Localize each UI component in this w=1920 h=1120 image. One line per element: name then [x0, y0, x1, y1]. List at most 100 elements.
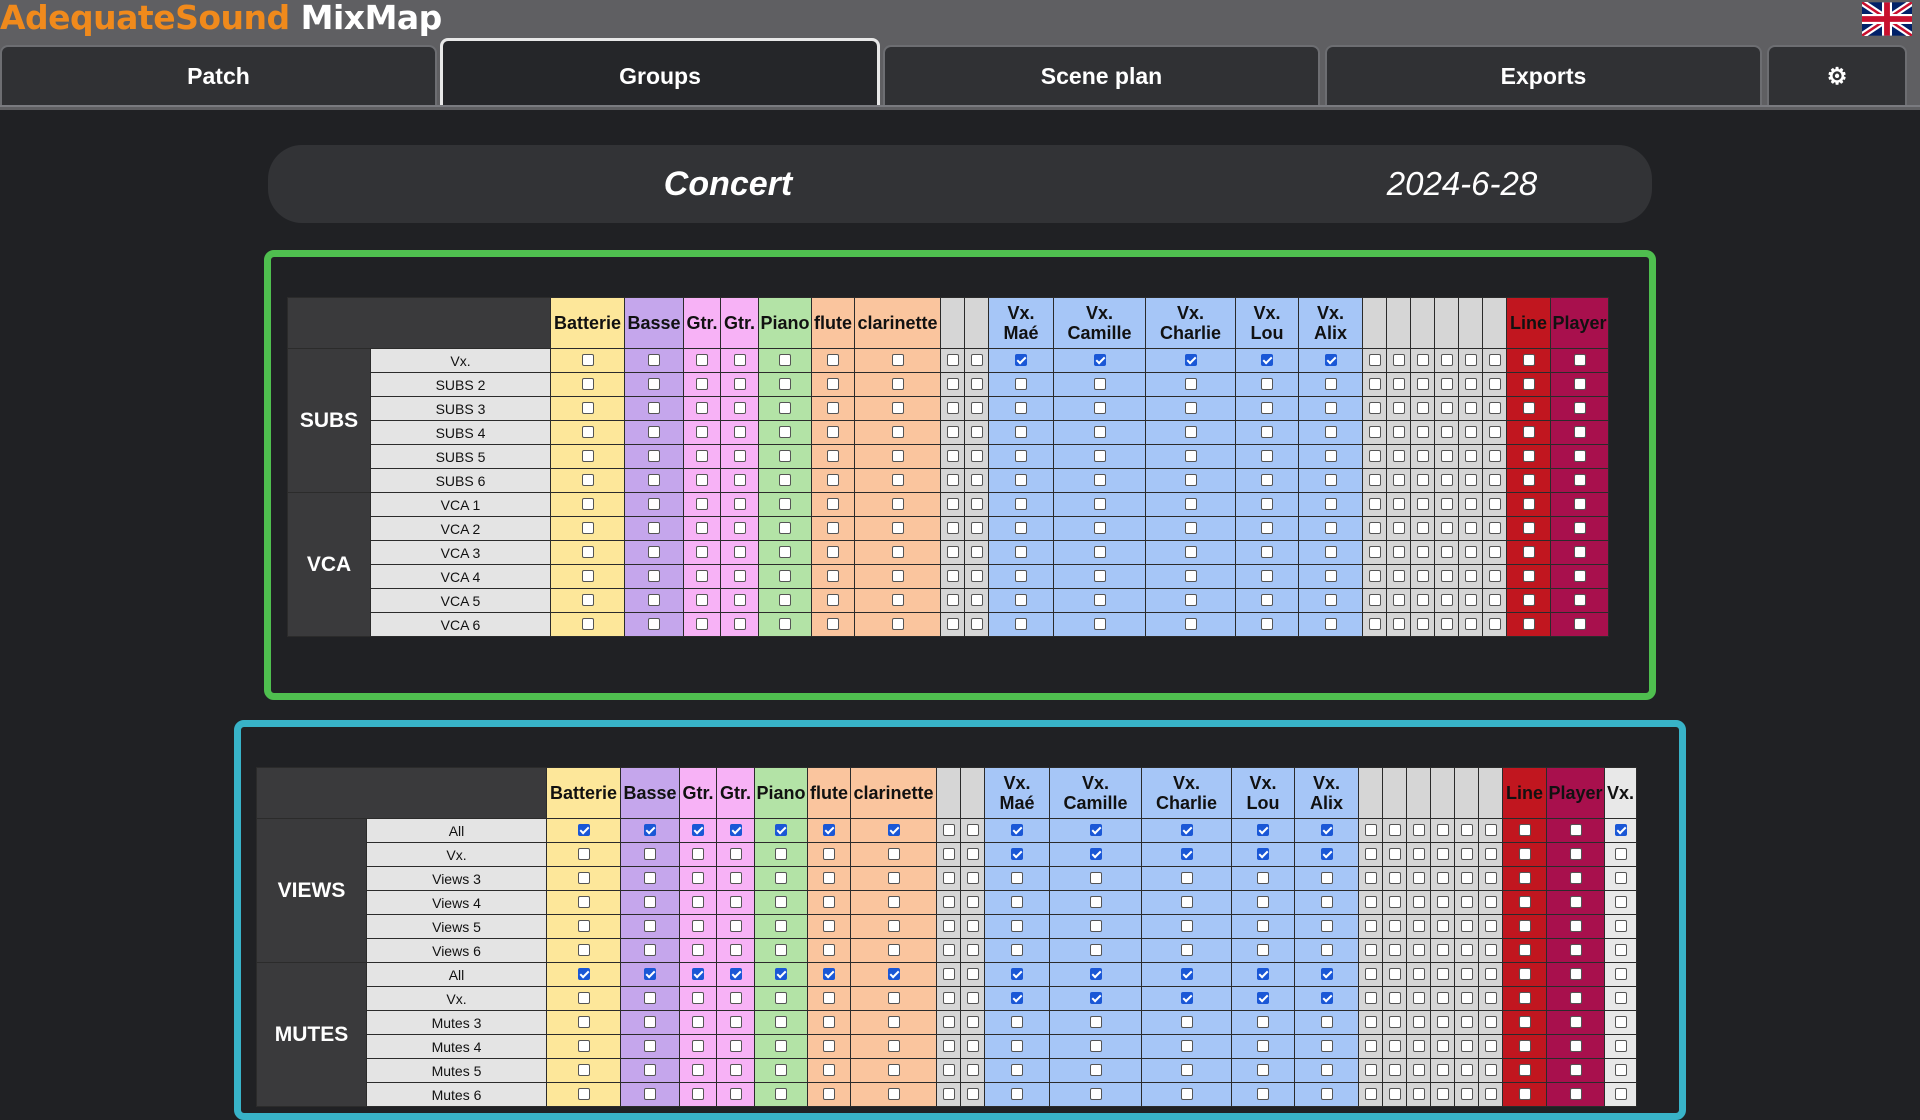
assign-checkbox[interactable]: [1569, 1088, 1582, 1101]
assign-checkbox[interactable]: [733, 618, 746, 631]
assign-checkbox[interactable]: [1614, 872, 1627, 885]
assign-checkbox[interactable]: [1388, 1040, 1401, 1053]
assign-checkbox[interactable]: [1184, 618, 1197, 631]
assign-checkbox[interactable]: [1484, 872, 1497, 885]
assign-checkbox[interactable]: [1416, 354, 1429, 367]
assign-checkbox[interactable]: [581, 522, 594, 535]
assign-checkbox[interactable]: [946, 594, 959, 607]
assign-checkbox[interactable]: [648, 426, 660, 439]
assign-checkbox[interactable]: [1320, 1064, 1333, 1077]
assign-checkbox[interactable]: [581, 594, 594, 607]
assign-checkbox[interactable]: [1488, 522, 1501, 535]
assign-checkbox[interactable]: [966, 896, 979, 909]
assign-checkbox[interactable]: [1518, 1088, 1531, 1101]
assign-checkbox[interactable]: [1089, 872, 1102, 885]
assign-checkbox[interactable]: [1392, 498, 1405, 511]
assign-checkbox[interactable]: [970, 354, 983, 367]
assign-checkbox[interactable]: [581, 546, 594, 559]
show-date[interactable]: 2024-6-28: [1188, 145, 1736, 223]
assign-checkbox[interactable]: [970, 402, 983, 415]
assign-checkbox[interactable]: [1089, 944, 1102, 957]
assign-checkbox[interactable]: [1464, 498, 1477, 511]
assign-checkbox[interactable]: [733, 474, 746, 487]
assign-checkbox[interactable]: [1368, 402, 1381, 415]
assign-checkbox[interactable]: [1261, 402, 1273, 415]
assign-checkbox[interactable]: [946, 498, 959, 511]
assign-checkbox[interactable]: [942, 872, 955, 885]
assign-checkbox[interactable]: [1412, 872, 1425, 885]
assign-checkbox[interactable]: [692, 992, 704, 1005]
assign-checkbox[interactable]: [1460, 944, 1473, 957]
assign-checkbox[interactable]: [970, 570, 983, 583]
assign-checkbox[interactable]: [823, 1064, 835, 1077]
assign-checkbox[interactable]: [1011, 1016, 1023, 1029]
assign-checkbox[interactable]: [887, 1016, 900, 1029]
assign-checkbox[interactable]: [891, 546, 904, 559]
assign-checkbox[interactable]: [1436, 1016, 1449, 1029]
assign-checkbox[interactable]: [577, 1088, 590, 1101]
assign-checkbox[interactable]: [942, 1016, 955, 1029]
assign-checkbox[interactable]: [1484, 992, 1497, 1005]
assign-checkbox[interactable]: [729, 1016, 742, 1029]
assign-checkbox[interactable]: [1364, 920, 1377, 933]
assign-checkbox[interactable]: [1412, 896, 1425, 909]
assign-checkbox[interactable]: [1573, 522, 1586, 535]
assign-checkbox[interactable]: [644, 1040, 656, 1053]
assign-checkbox[interactable]: [1569, 1040, 1582, 1053]
assign-checkbox[interactable]: [1614, 944, 1627, 957]
assign-checkbox[interactable]: [823, 920, 835, 933]
assign-checkbox[interactable]: [891, 426, 904, 439]
assign-checkbox[interactable]: [1011, 824, 1023, 837]
assign-checkbox[interactable]: [1460, 896, 1473, 909]
assign-checkbox[interactable]: [1324, 354, 1337, 367]
assign-checkbox[interactable]: [648, 354, 660, 367]
assign-checkbox[interactable]: [1388, 944, 1401, 957]
assign-checkbox[interactable]: [1015, 594, 1027, 607]
assign-checkbox[interactable]: [827, 546, 839, 559]
assign-checkbox[interactable]: [1324, 402, 1337, 415]
assign-checkbox[interactable]: [1368, 378, 1381, 391]
assign-checkbox[interactable]: [966, 920, 979, 933]
assign-checkbox[interactable]: [887, 920, 900, 933]
assign-checkbox[interactable]: [1412, 944, 1425, 957]
assign-checkbox[interactable]: [823, 992, 835, 1005]
assign-checkbox[interactable]: [696, 354, 708, 367]
assign-checkbox[interactable]: [942, 968, 955, 981]
assign-checkbox[interactable]: [942, 824, 955, 837]
assign-checkbox[interactable]: [1184, 498, 1197, 511]
assign-checkbox[interactable]: [1460, 824, 1473, 837]
assign-checkbox[interactable]: [891, 450, 904, 463]
assign-checkbox[interactable]: [1324, 450, 1337, 463]
assign-checkbox[interactable]: [644, 968, 656, 981]
assign-checkbox[interactable]: [1614, 920, 1627, 933]
assign-checkbox[interactable]: [1518, 944, 1531, 957]
assign-checkbox[interactable]: [1388, 896, 1401, 909]
assign-checkbox[interactable]: [823, 896, 835, 909]
assign-checkbox[interactable]: [966, 1088, 979, 1101]
assign-checkbox[interactable]: [729, 896, 742, 909]
assign-checkbox[interactable]: [1522, 426, 1535, 439]
assign-checkbox[interactable]: [970, 474, 983, 487]
assign-checkbox[interactable]: [581, 450, 594, 463]
assign-checkbox[interactable]: [696, 378, 708, 391]
assign-checkbox[interactable]: [966, 1040, 979, 1053]
assign-checkbox[interactable]: [1436, 944, 1449, 957]
assign-checkbox[interactable]: [970, 546, 983, 559]
assign-checkbox[interactable]: [946, 522, 959, 535]
assign-checkbox[interactable]: [1180, 1088, 1193, 1101]
assign-checkbox[interactable]: [779, 378, 791, 391]
assign-checkbox[interactable]: [970, 378, 983, 391]
row-label[interactable]: SUBS 4: [370, 420, 551, 445]
assign-checkbox[interactable]: [1011, 968, 1023, 981]
assign-checkbox[interactable]: [1440, 594, 1453, 607]
assign-checkbox[interactable]: [779, 450, 791, 463]
assign-checkbox[interactable]: [581, 498, 594, 511]
assign-checkbox[interactable]: [1093, 522, 1106, 535]
assign-checkbox[interactable]: [779, 618, 791, 631]
assign-checkbox[interactable]: [775, 968, 787, 981]
assign-checkbox[interactable]: [1436, 1040, 1449, 1053]
assign-checkbox[interactable]: [1460, 992, 1473, 1005]
assign-checkbox[interactable]: [891, 618, 904, 631]
assign-checkbox[interactable]: [1440, 522, 1453, 535]
assign-checkbox[interactable]: [1257, 992, 1269, 1005]
